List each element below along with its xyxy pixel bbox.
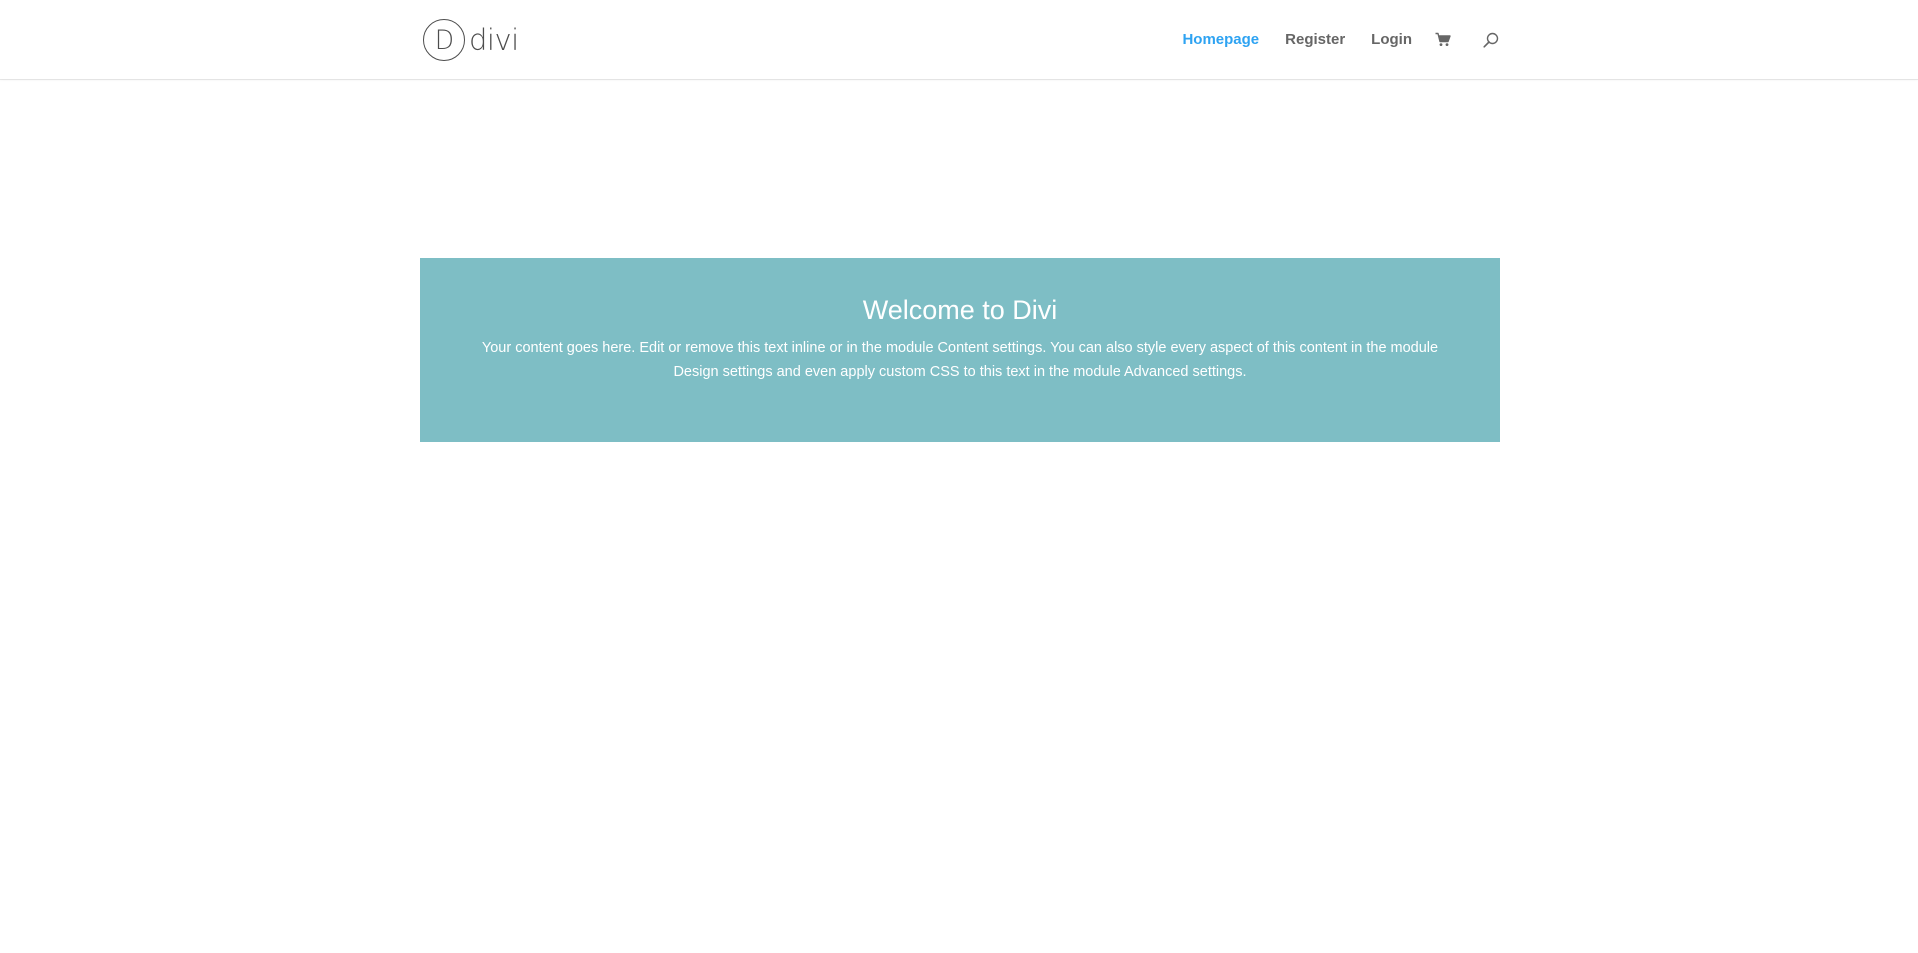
logo-letter: D	[434, 24, 454, 56]
site-header: D divi Homepage Register Login	[0, 0, 1918, 79]
search-svg	[1483, 32, 1499, 48]
nav-item-register[interactable]: Register	[1285, 32, 1345, 47]
main-navigation: Homepage Register Login	[1182, 0, 1500, 79]
logo-circle: D	[423, 19, 465, 61]
search-icon[interactable]	[1482, 31, 1500, 49]
cta-body-text: Your content goes here. Edit or remove t…	[481, 340, 1439, 381]
nav-item-homepage[interactable]: Homepage	[1182, 32, 1259, 47]
logo-wordmark: divi	[469, 22, 519, 57]
nav-item-login[interactable]: Login	[1371, 32, 1412, 47]
cart-svg	[1435, 32, 1451, 46]
cta-title: Welcome to Divi	[862, 295, 1058, 325]
call-to-action-module: Welcome to Divi Your content goes here. …	[420, 258, 1500, 442]
shopping-cart-icon[interactable]	[1434, 31, 1452, 49]
site-logo[interactable]: D divi	[423, 16, 519, 64]
